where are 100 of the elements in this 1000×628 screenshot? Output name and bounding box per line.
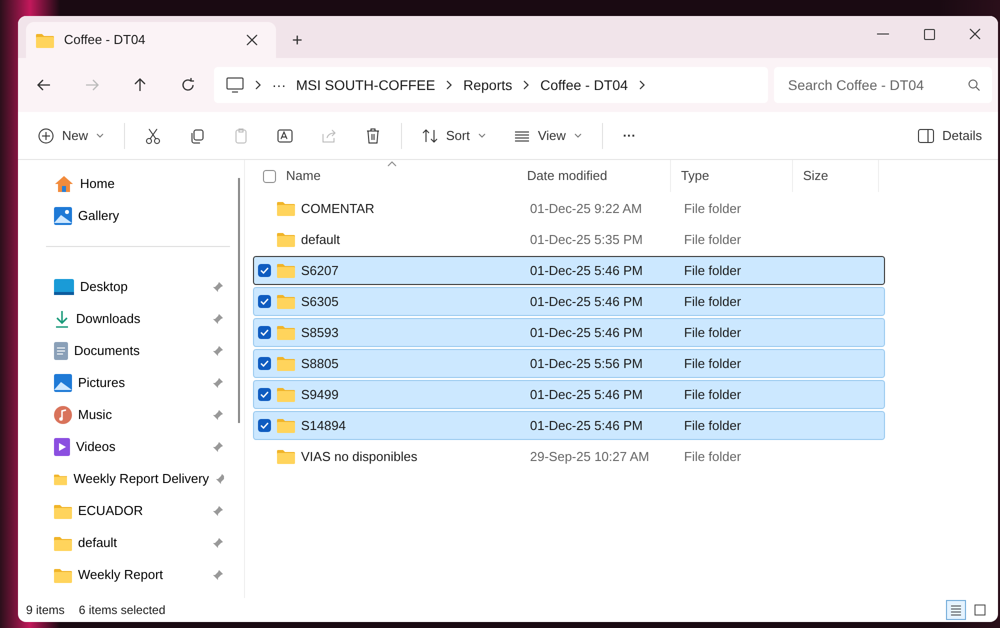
file-row[interactable]: S8593 01-Dec-25 5:46 PM File folder [253, 318, 885, 347]
tile-icon [974, 604, 986, 616]
new-tab-button[interactable]: + [284, 22, 311, 58]
checkbox[interactable] [258, 326, 271, 339]
caret-icon [478, 132, 486, 138]
share-icon [321, 128, 338, 144]
sidebar-item[interactable]: Music [18, 399, 238, 431]
file-row[interactable]: S8805 01-Dec-25 5:56 PM File folder [253, 349, 885, 378]
file-name: S14894 [301, 416, 346, 435]
chevron-icon [522, 80, 530, 90]
address-bar[interactable]: ··· MSI SOUTH-COFFEE Reports Coffee - DT04 [214, 67, 768, 103]
chevron-icon [638, 80, 646, 90]
folder-icon [277, 418, 295, 433]
file-type: File folder [683, 200, 742, 218]
date-modified: 01-Dec-25 5:46 PM [529, 262, 644, 280]
file-row[interactable]: S6305 01-Dec-25 5:46 PM File folder [253, 287, 885, 316]
item-count: 9 items [26, 602, 65, 619]
list-icon [950, 604, 962, 616]
column-header[interactable]: Date modified [517, 160, 671, 192]
sidebar-item[interactable]: Pictures [18, 367, 238, 399]
folder-icon [36, 32, 54, 48]
folder-icon [277, 387, 295, 402]
trash-icon [365, 128, 382, 144]
file-row[interactable]: COMENTAR 01-Dec-25 9:22 AM File folder [253, 194, 885, 223]
folder-icon [54, 568, 72, 582]
file-name: S6305 [301, 292, 339, 311]
more-button[interactable]: ··· [610, 118, 648, 154]
file-row[interactable]: VIAS no disponibles 29-Sep-25 10:27 AM File folder [253, 442, 885, 471]
sidebar-item[interactable]: ECUADOR [18, 495, 238, 527]
checkbox[interactable] [258, 357, 271, 370]
checkbox[interactable] [258, 295, 271, 308]
checkbox[interactable] [258, 264, 271, 277]
file-type: File folder [683, 230, 742, 249]
date-modified: 01-Dec-25 9:22 AM [529, 200, 644, 218]
folder-icon [277, 294, 295, 309]
caret-icon [96, 132, 104, 138]
search-field[interactable]: Search Coffee - DT04 [774, 67, 992, 103]
folder-icon [277, 263, 295, 278]
details-button[interactable]: Details [910, 122, 990, 150]
checkbox[interactable] [258, 419, 271, 432]
folder-tab[interactable]: Coffee - DT04 [26, 22, 276, 58]
file-row[interactable]: S6207 01-Dec-25 5:46 PM File folder [253, 256, 885, 285]
folder-icon [277, 356, 295, 371]
column-header[interactable]: Type [671, 160, 793, 192]
file-type: File folder [683, 416, 742, 435]
file-name: S9499 [301, 386, 339, 404]
sidebar-item[interactable]: Downloads [18, 303, 238, 335]
new-button[interactable]: New [26, 118, 116, 154]
more-locations-button[interactable]: ··· [272, 74, 286, 96]
folder-icon [277, 201, 295, 216]
view-button[interactable]: View [502, 118, 594, 154]
sidebar-item[interactable]: Gallery [18, 200, 238, 232]
select-all-checkbox[interactable] [263, 170, 276, 182]
sidebar-item[interactable]: default [18, 527, 238, 559]
date-modified: 01-Dec-25 5:46 PM [529, 386, 644, 404]
plus-icon [38, 128, 54, 144]
breadcrumb-link[interactable]: Coffee - DT04 [540, 74, 628, 96]
arrow-icon [132, 77, 148, 93]
breadcrumb-link[interactable]: MSI SOUTH-COFFEE [296, 74, 436, 96]
date-modified: 01-Dec-25 5:46 PM [529, 416, 644, 435]
arrow-icon [36, 77, 52, 93]
file-row[interactable]: S9499 01-Dec-25 5:46 PM File folder [253, 380, 885, 409]
date-modified: 29-Sep-25 10:27 AM [529, 448, 650, 466]
download-icon [54, 310, 70, 328]
folder-icon [277, 232, 295, 247]
document-icon [54, 342, 68, 360]
file-row[interactable]: default 01-Dec-25 5:35 PM File folder [253, 225, 885, 254]
date-modified: 01-Dec-25 5:46 PM [529, 324, 644, 342]
file-row[interactable]: S14894 01-Dec-25 5:46 PM File folder [253, 411, 885, 440]
folder-icon [54, 472, 68, 486]
date-modified: 01-Dec-25 5:56 PM [529, 354, 644, 373]
rename-icon [277, 128, 294, 144]
breadcrumb-link[interactable]: Reports [463, 74, 512, 96]
sidebar-item[interactable]: Videos [18, 431, 238, 463]
checkbox[interactable] [258, 388, 271, 401]
file-name: S8593 [301, 324, 339, 342]
details-view-button[interactable] [946, 600, 966, 620]
sidebar-item[interactable]: Home [18, 168, 238, 200]
folder-icon [54, 536, 72, 550]
image-icon [54, 374, 72, 392]
file-name: default [301, 230, 340, 249]
sort-icon [422, 128, 438, 144]
caret-icon [574, 132, 582, 138]
arrow-icon [84, 77, 100, 93]
clipboard-icon [233, 128, 250, 144]
sort-button[interactable]: Sort [410, 118, 498, 154]
sidebar-item[interactable]: Weekly Report Delivery [18, 463, 238, 495]
scrollbar[interactable] [238, 178, 240, 423]
file-type: File folder [683, 354, 742, 373]
sidebar-item[interactable]: Desktop [18, 271, 238, 303]
scissors-icon [145, 128, 162, 144]
search-icon [968, 79, 980, 91]
sidebar-item[interactable]: Documents [18, 335, 238, 367]
close-icon [246, 34, 258, 46]
file-name: S8805 [301, 354, 339, 373]
folder-icon [277, 449, 295, 464]
copy-icon [189, 128, 206, 144]
column-header[interactable]: Name [253, 160, 517, 192]
column-header[interactable]: Size [793, 160, 879, 192]
sidebar-item[interactable]: Weekly Report [18, 559, 238, 591]
